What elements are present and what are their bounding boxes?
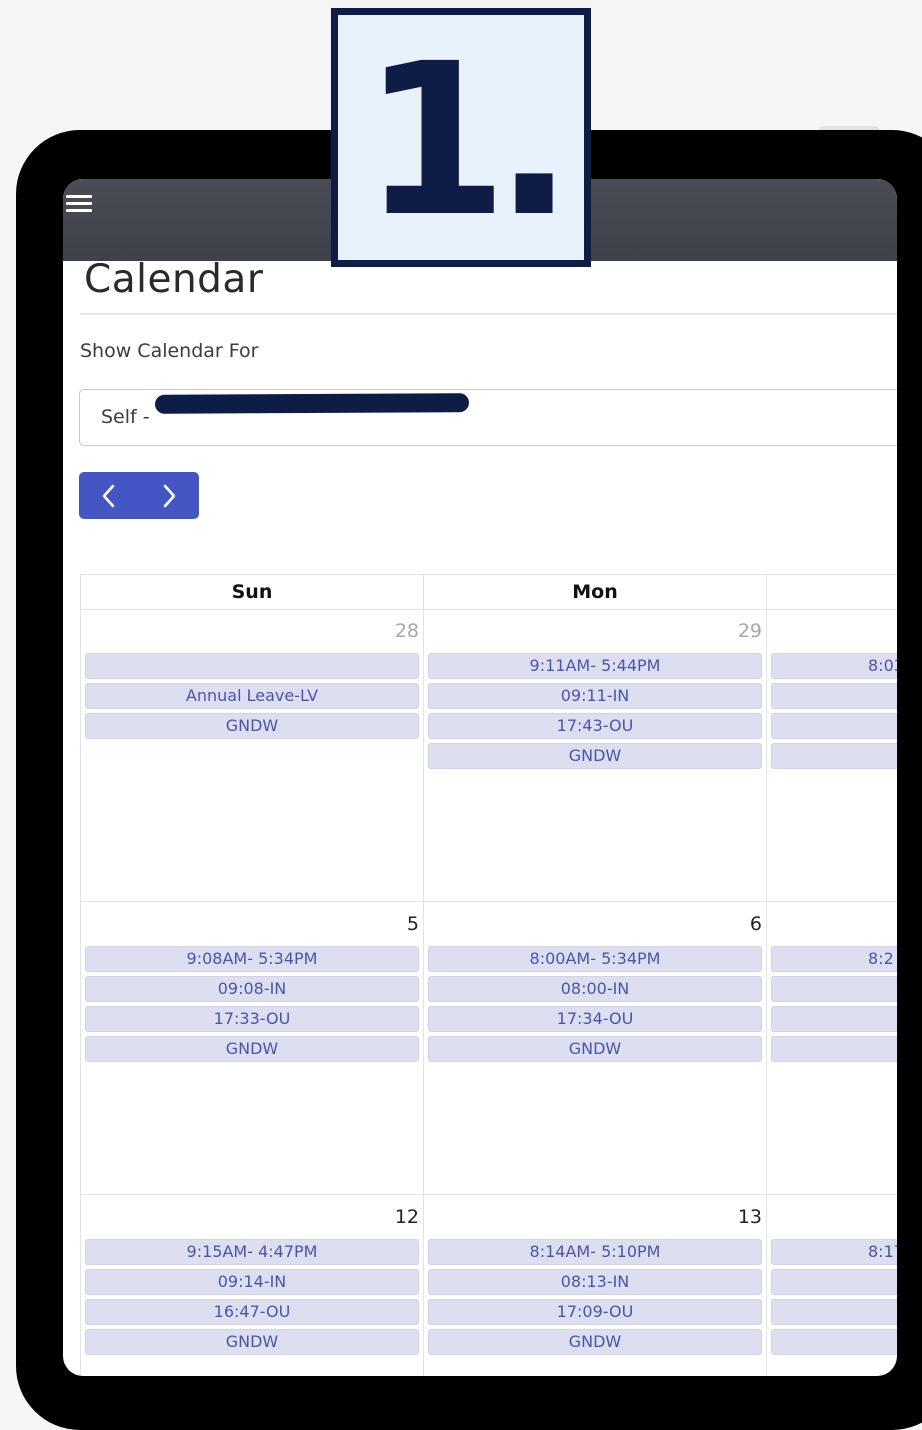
next-button[interactable]	[139, 472, 199, 519]
calendar-event[interactable]: 17:43-OU	[428, 713, 762, 739]
step-number-badge: 1.	[331, 8, 591, 267]
calendar-event[interactable]: 8:17	[771, 1239, 897, 1265]
page-title: Calendar	[84, 257, 264, 302]
calendar-event[interactable]: Annual Leave-LV	[85, 683, 419, 709]
day-cell[interactable]: 5 9:08AM- 5:34PM 09:08-IN 17:33-OU GNDW	[80, 902, 423, 1194]
calendar-event[interactable]: 17:34-OU	[428, 1006, 762, 1032]
calendar-week: 5 9:08AM- 5:34PM 09:08-IN 17:33-OU GNDW …	[80, 902, 897, 1195]
day-number: 28	[394, 620, 419, 642]
day-cell[interactable]: 8:2	[766, 902, 897, 1194]
day-number: 12	[394, 1206, 419, 1228]
previous-button[interactable]	[79, 472, 139, 519]
calendar-event[interactable]: GNDW	[85, 1036, 419, 1062]
calendar-event[interactable]: GNDW	[428, 1036, 762, 1062]
day-cell[interactable]: 6 8:00AM- 5:34PM 08:00-IN 17:34-OU GNDW	[423, 902, 766, 1194]
day-cell[interactable]: 8:03	[766, 609, 897, 901]
calendar-header: Sun Mon	[80, 575, 897, 610]
calendar-event[interactable]: 09:14-IN	[85, 1269, 419, 1295]
calendar-event[interactable]	[771, 1006, 897, 1032]
day-cell[interactable]: 13 8:14AM- 5:10PM 08:13-IN 17:09-OU GNDW	[423, 1195, 766, 1376]
day-cell[interactable]: 28 Annual Leave-LV GNDW	[80, 609, 423, 901]
calendar-event[interactable]	[85, 653, 419, 679]
day-cell[interactable]: 8:17	[766, 1195, 897, 1376]
employee-select-value: Self -	[101, 406, 150, 428]
calendar-event[interactable]: 09:08-IN	[85, 976, 419, 1002]
calendar-nav-buttons	[79, 472, 199, 519]
app-screen: Calendar Show Calendar For Self - Sun Mo…	[63, 179, 897, 1376]
calendar-event[interactable]: 17:33-OU	[85, 1006, 419, 1032]
chevron-left-icon	[102, 484, 115, 507]
day-cell[interactable]: 29 9:11AM- 5:44PM 09:11-IN 17:43-OU GNDW	[423, 609, 766, 901]
calendar-event[interactable]: GNDW	[428, 1329, 762, 1355]
calendar-grid: Sun Mon 28 Annual Leave-LV GNDW 29 9:11A…	[80, 574, 897, 1376]
calendar-event[interactable]: 08:00-IN	[428, 976, 762, 1002]
day-number: 6	[749, 913, 762, 935]
calendar-event[interactable]: GNDW	[428, 743, 762, 769]
calendar-event[interactable]	[771, 1299, 897, 1325]
day-number: 5	[406, 913, 419, 935]
chevron-right-icon	[163, 484, 176, 507]
calendar-event[interactable]	[771, 1269, 897, 1295]
calendar-event[interactable]	[771, 1329, 897, 1355]
calendar-event[interactable]: 8:2	[771, 946, 897, 972]
calendar-event[interactable]	[771, 1036, 897, 1062]
calendar-event[interactable]: GNDW	[85, 1329, 419, 1355]
calendar-event[interactable]: 8:03	[771, 653, 897, 679]
day-cell[interactable]: 12 9:15AM- 4:47PM 09:14-IN 16:47-OU GNDW	[80, 1195, 423, 1376]
calendar-event[interactable]: 08:13-IN	[428, 1269, 762, 1295]
calendar-week: 28 Annual Leave-LV GNDW 29 9:11AM- 5:44P…	[80, 609, 897, 902]
calendar-event[interactable]: 9:11AM- 5:44PM	[428, 653, 762, 679]
header-sun: Sun	[80, 575, 423, 609]
calendar-event[interactable]: 9:08AM- 5:34PM	[85, 946, 419, 972]
calendar-event[interactable]: 8:00AM- 5:34PM	[428, 946, 762, 972]
header-mon: Mon	[423, 575, 766, 609]
day-number: 29	[737, 620, 762, 642]
calendar-event[interactable]: 09:11-IN	[428, 683, 762, 709]
calendar-event[interactable]: 16:47-OU	[85, 1299, 419, 1325]
calendar-event[interactable]	[771, 713, 897, 739]
calendar-event[interactable]: 8:14AM- 5:10PM	[428, 1239, 762, 1265]
calendar-week: 12 9:15AM- 4:47PM 09:14-IN 16:47-OU GNDW…	[80, 1195, 897, 1376]
calendar-event[interactable]: 17:09-OU	[428, 1299, 762, 1325]
calendar-event[interactable]: 9:15AM- 4:47PM	[85, 1239, 419, 1265]
title-divider	[80, 313, 897, 315]
calendar-event[interactable]	[771, 743, 897, 769]
redaction-mark	[154, 393, 470, 414]
step-number-text: 1.	[362, 17, 574, 260]
menu-icon[interactable]	[66, 195, 92, 213]
calendar-event[interactable]	[771, 976, 897, 1002]
day-number: 13	[737, 1206, 762, 1228]
header-tue	[766, 575, 897, 609]
calendar-event[interactable]: GNDW	[85, 713, 419, 739]
show-calendar-for-label: Show Calendar For	[80, 340, 259, 362]
calendar-event[interactable]	[771, 683, 897, 709]
